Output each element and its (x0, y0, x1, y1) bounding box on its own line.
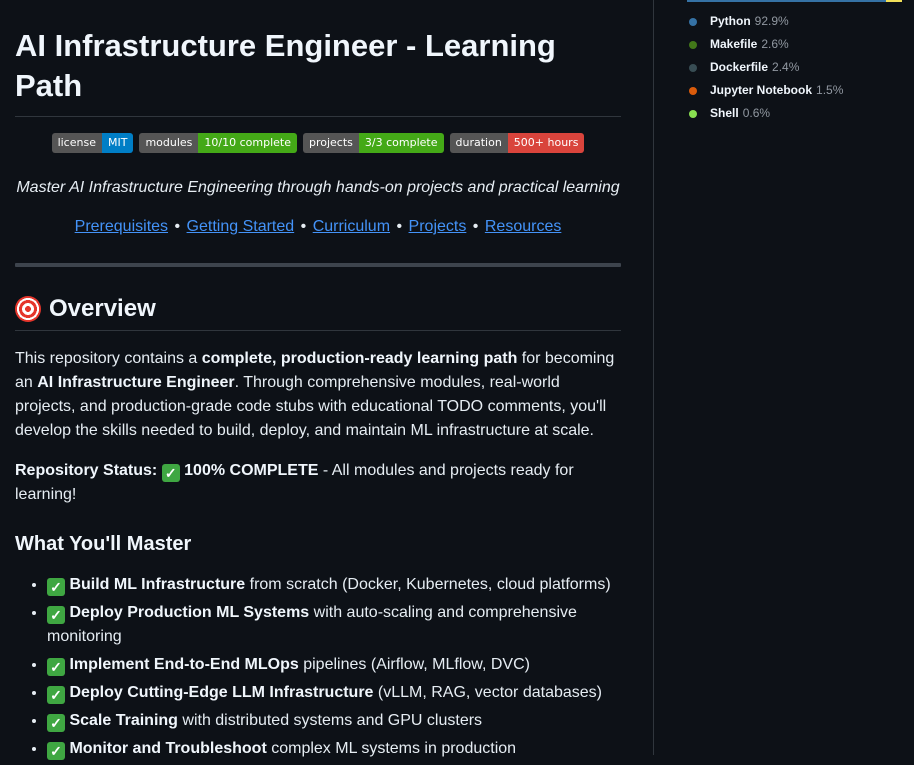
item-text: pipelines (Airflow, MLflow, DVC) (298, 656, 530, 673)
item-bold: Scale Training (69, 712, 178, 729)
tagline: Master AI Infrastructure Engineering thr… (16, 179, 620, 196)
language-dot-icon (689, 40, 697, 49)
badge-value: 10/10 complete (198, 133, 297, 153)
check-mark-icon: ✓ (47, 578, 65, 596)
item-bold: Monitor and Troubleshoot (69, 740, 267, 757)
check-mark-icon: ✓ (47, 606, 65, 624)
link-prerequisites[interactable]: Prerequisites (75, 218, 168, 235)
check-mark-icon: ✓ (47, 686, 65, 704)
badge-duration[interactable]: duration 500+ hours (449, 133, 585, 153)
badge-license[interactable]: license MIT (51, 133, 134, 153)
item-text: from scratch (Docker, Kubernetes, cloud … (245, 576, 611, 593)
badge-value: 500+ hours (507, 133, 585, 153)
language-item-python[interactable]: Python 92.9% (689, 10, 843, 33)
language-percent: 2.6% (761, 37, 789, 51)
link-separator: • (174, 218, 181, 235)
language-name: Dockerfile (710, 60, 769, 74)
status-value: 100% COMPLETE (184, 462, 319, 479)
link-separator: • (472, 218, 479, 235)
repository-status: Repository Status: ✓ 100% COMPLETE - All… (15, 459, 621, 507)
overview-heading: Overview (15, 294, 621, 331)
badge-label: projects (302, 133, 359, 153)
language-bar (687, 0, 902, 2)
languages-list: Python 92.9% Makefile 2.6% Dockerfile 2.… (689, 10, 843, 125)
item-bold: Deploy Production ML Systems (69, 604, 310, 621)
badge-projects[interactable]: projects 3/3 complete (302, 133, 444, 153)
master-heading: What You'll Master (15, 533, 192, 555)
sidebar-languages: Python 92.9% Makefile 2.6% Dockerfile 2.… (653, 0, 914, 755)
list-item: ✓ Deploy Cutting-Edge LLM Infrastructure… (47, 681, 621, 705)
list-item: ✓ Scale Training with distributed system… (47, 709, 621, 733)
readme: AI Infrastructure Engineer - Learning Pa… (15, 0, 621, 765)
item-bold: Implement End-to-End MLOps (69, 656, 299, 673)
status-label: Repository Status: (15, 462, 158, 479)
language-percent: 92.9% (754, 14, 789, 28)
item-bold: Deploy Cutting-Edge LLM Infrastructure (69, 684, 374, 701)
item-bold: Build ML Infrastructure (69, 576, 246, 593)
link-separator: • (300, 218, 307, 235)
language-dot-icon (689, 86, 697, 95)
link-getting-started[interactable]: Getting Started (187, 218, 295, 235)
item-text: complex ML systems in production (266, 740, 517, 757)
item-text: with distributed systems and GPU cluster… (177, 712, 483, 729)
badge-modules[interactable]: modules 10/10 complete (139, 133, 297, 153)
language-item-dockerfile[interactable]: Dockerfile 2.4% (689, 56, 843, 79)
language-item-jupyter-notebook[interactable]: Jupyter Notebook 1.5% (689, 79, 843, 102)
list-item: ✓ Build ML Infrastructure from scratch (… (47, 573, 621, 597)
language-name: Jupyter Notebook (710, 83, 813, 97)
badges-row: license MIT modules 10/10 complete proje… (15, 133, 621, 153)
language-dot-icon (689, 63, 697, 72)
language-name: Shell (710, 106, 739, 120)
language-item-shell[interactable]: Shell 0.6% (689, 102, 843, 125)
link-projects[interactable]: Projects (409, 218, 467, 235)
language-name: Python (710, 14, 751, 28)
badge-value: MIT (101, 133, 134, 153)
page-title: AI Infrastructure Engineer - Learning Pa… (15, 26, 621, 117)
item-text: (vLLM, RAG, vector databases) (373, 684, 602, 701)
check-mark-icon: ✓ (47, 714, 65, 732)
language-percent: 2.4% (772, 60, 800, 74)
language-percent: 0.6% (742, 106, 771, 120)
link-curriculum[interactable]: Curriculum (313, 218, 390, 235)
language-dot-icon (689, 109, 697, 118)
badge-value: 3/3 complete (358, 133, 444, 153)
master-list: ✓ Build ML Infrastructure from scratch (… (15, 573, 621, 761)
horizontal-rule (15, 263, 621, 267)
language-name: Makefile (710, 37, 758, 51)
link-resources[interactable]: Resources (485, 218, 561, 235)
overview-paragraph: This repository contains a complete, pro… (15, 347, 621, 443)
check-mark-icon: ✓ (161, 464, 180, 482)
language-percent: 1.5% (816, 83, 844, 97)
overview-bold: AI Infrastructure Engineer (37, 374, 235, 391)
list-item: ✓ Monitor and Troubleshoot complex ML sy… (47, 737, 621, 761)
language-item-makefile[interactable]: Makefile 2.6% (689, 33, 843, 56)
language-dot-icon (689, 17, 697, 26)
link-separator: • (396, 218, 403, 235)
nav-links: Prerequisites • Getting Started • Curric… (15, 216, 621, 238)
check-mark-icon: ✓ (47, 742, 65, 760)
language-bar-segment (886, 0, 902, 2)
list-item: ✓ Implement End-to-End MLOps pipelines (… (47, 653, 621, 677)
direct-hit-icon (15, 296, 41, 322)
badge-label: duration (449, 133, 508, 153)
overview-text: This repository contains a (15, 350, 202, 367)
list-item: ✓ Deploy Production ML Systems with auto… (47, 601, 621, 649)
overview-bold: complete, production-ready learning path (201, 350, 518, 367)
overview-heading-text: Overview (49, 295, 156, 322)
badge-label: license (51, 133, 102, 153)
badge-label: modules (139, 133, 199, 153)
check-mark-icon: ✓ (47, 658, 65, 676)
